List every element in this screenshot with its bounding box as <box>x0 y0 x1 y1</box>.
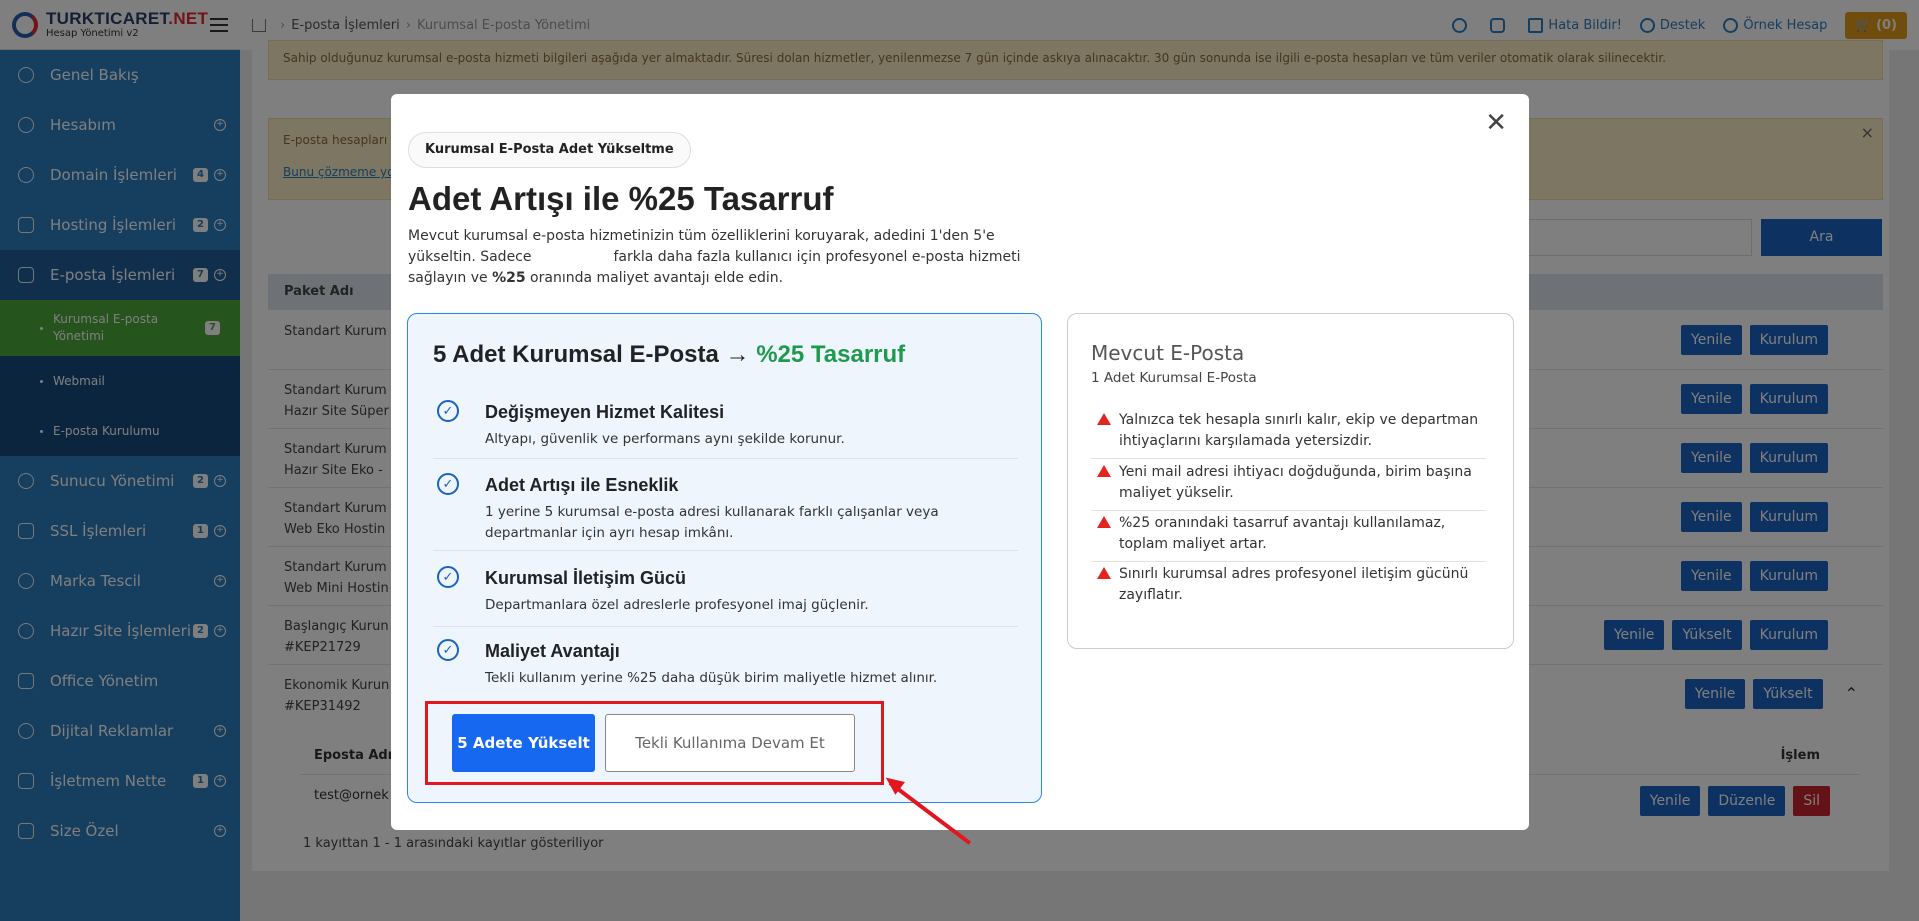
continue-single-button[interactable]: Tekli Kullanıma Devam Et <box>605 714 855 772</box>
current-card-title: Mevcut E-Posta <box>1091 341 1245 365</box>
close-icon[interactable]: ✕ <box>1485 108 1507 138</box>
current-card-subtitle: 1 Adet Kurumsal E-Posta <box>1091 370 1257 386</box>
warning-item: Sınırlı kurumsal adres profesyonel ileti… <box>1091 564 1486 612</box>
warning-icon <box>1097 465 1111 477</box>
current-email-card: Mevcut E-Posta 1 Adet Kurumsal E-Posta Y… <box>1067 313 1514 649</box>
highlight-box: 5 Adete Yükselt Tekli Kullanıma Devam Et <box>425 701 884 785</box>
warning-item: %25 oranındaki tasarruf avantajı kullanı… <box>1091 513 1486 562</box>
feature-item: ✓ Adet Artışı ile Esneklik 1 yerine 5 kuru… <box>433 471 1018 551</box>
upgrade-card-title: 5 Adet Kurumsal E-Posta → %25 Tasarruf <box>433 341 906 368</box>
check-icon: ✓ <box>437 400 459 422</box>
modal-tag: Kurumsal E-Posta Adet Yükseltme <box>408 132 691 168</box>
warning-icon <box>1097 567 1111 579</box>
upgrade-card: 5 Adet Kurumsal E-Posta → %25 Tasarruf ✓… <box>407 313 1042 803</box>
warning-item: Yalnızca tek hesapla sınırlı kalır, ekip… <box>1091 410 1486 459</box>
check-icon: ✓ <box>437 639 459 661</box>
modal-title: Adet Artışı ile %25 Tasarruf <box>408 180 834 217</box>
feature-item: ✓ Değişmeyen Hizmet Kalitesi Altyapı, güve… <box>433 398 1018 459</box>
warning-item: Yeni mail adresi ihtiyacı doğduğunda, bi… <box>1091 462 1486 511</box>
check-icon: ✓ <box>437 566 459 588</box>
upgrade-modal: ✕ Kurumsal E-Posta Adet Yükseltme Adet A… <box>391 94 1529 830</box>
feature-item: ✓ Maliyet Avantajı Tekli kullanım yerine %… <box>433 637 1018 697</box>
feature-item: ✓ Kurumsal İletişim Gücü Departmanlara öze… <box>433 564 1018 627</box>
modal-description: Mevcut kurumsal e-posta hizmetinizin tüm… <box>408 228 1021 286</box>
warning-icon <box>1097 413 1111 425</box>
warning-icon <box>1097 516 1111 528</box>
upgrade-5-button[interactable]: 5 Adete Yükselt <box>452 714 595 772</box>
check-icon: ✓ <box>437 473 459 495</box>
